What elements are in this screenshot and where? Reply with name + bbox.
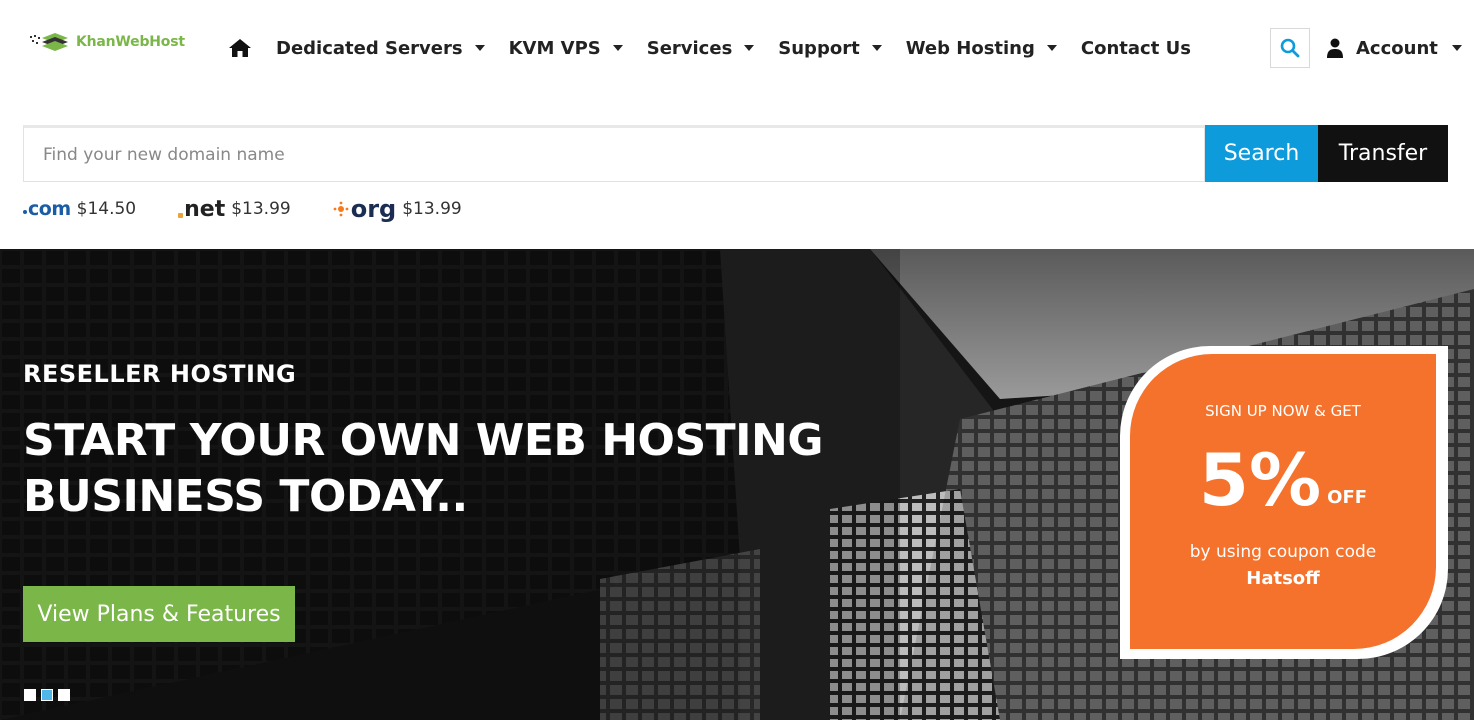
- account-menu[interactable]: Account: [1326, 34, 1462, 62]
- promo-subtext: by using coupon code: [1189, 542, 1377, 562]
- tld-price: $13.99: [402, 199, 462, 219]
- main-nav: Dedicated Servers KVM VPS Services Suppo…: [228, 34, 1215, 62]
- nav-item-label: Services: [646, 37, 733, 59]
- nav-item-kvm-vps[interactable]: KVM VPS: [509, 34, 623, 62]
- org-logo-icon: [333, 201, 349, 217]
- promo-percent: 5%: [1198, 438, 1322, 522]
- promo-coupon-code: Hatsoff: [1246, 568, 1320, 589]
- caret-down-icon: [871, 45, 882, 51]
- nav-item-label: KVM VPS: [508, 37, 601, 59]
- nav-item-label: Support: [778, 37, 860, 59]
- promo-badge: SIGN UP NOW & GET 5% OFF by using coupon…: [1120, 346, 1448, 659]
- home-icon: [229, 39, 251, 57]
- search-icon: [1280, 38, 1300, 58]
- slider-pagination: [24, 689, 70, 701]
- slider-dot[interactable]: [24, 689, 36, 701]
- nav-item-dedicated-servers[interactable]: Dedicated Servers: [276, 34, 485, 62]
- brand-logo[interactable]: KhanWebHost: [28, 30, 185, 54]
- slider-dot-active[interactable]: [41, 689, 53, 701]
- tld-price: $13.99: [231, 199, 291, 219]
- net-logo: net: [178, 197, 225, 222]
- nav-item-label: Dedicated Servers: [276, 37, 463, 59]
- hero-kicker: RESELLER HOSTING: [23, 360, 297, 388]
- nav-item-label: Contact Us: [1080, 37, 1191, 59]
- org-logo: org: [333, 195, 396, 223]
- domain-search-button[interactable]: Search: [1205, 125, 1318, 182]
- header-search-button[interactable]: [1270, 28, 1310, 68]
- promo-panel: SIGN UP NOW & GET 5% OFF by using coupon…: [1130, 354, 1436, 649]
- account-label: Account: [1356, 37, 1438, 59]
- nav-item-web-hosting[interactable]: Web Hosting: [906, 34, 1057, 62]
- hero-title: START YOUR OWN WEB HOSTING BUSINESS TODA…: [23, 415, 823, 522]
- hero-slider: RESELLER HOSTING START YOUR OWN WEB HOST…: [0, 249, 1474, 720]
- view-plans-button[interactable]: View Plans & Features: [23, 586, 295, 642]
- promo-discount: 5% OFF: [1130, 438, 1436, 522]
- tld-price: $14.50: [76, 199, 137, 219]
- caret-down-icon: [474, 45, 485, 51]
- user-icon: [1327, 38, 1343, 58]
- tld-price-list: com $14.50 net $13.99 org $13.99: [23, 195, 504, 223]
- caret-down-icon: [1046, 45, 1057, 51]
- domain-search-input[interactable]: [23, 125, 1205, 182]
- nav-item-contact-us[interactable]: Contact Us: [1081, 34, 1191, 62]
- brand-name: KhanWebHost: [76, 34, 185, 50]
- site-header: KhanWebHost Dedicated Servers KVM VPS Se…: [0, 0, 1474, 96]
- promo-off: OFF: [1327, 487, 1368, 508]
- nav-item-label: Web Hosting: [905, 37, 1035, 59]
- nav-item-services[interactable]: Services: [647, 34, 755, 62]
- promo-heading: SIGN UP NOW & GET: [1205, 402, 1361, 420]
- slider-dot[interactable]: [58, 689, 70, 701]
- tld-org[interactable]: org $13.99: [333, 195, 462, 223]
- caret-down-icon: [1451, 45, 1462, 51]
- tld-net[interactable]: net $13.99: [178, 197, 291, 222]
- home-link[interactable]: [228, 36, 252, 60]
- domain-transfer-button[interactable]: Transfer: [1318, 125, 1448, 182]
- logo-mark-icon: [30, 33, 68, 51]
- domain-search-form: Search Transfer: [23, 125, 1448, 182]
- nav-item-support[interactable]: Support: [778, 34, 882, 62]
- caret-down-icon: [612, 45, 623, 51]
- com-logo: com: [23, 198, 71, 220]
- caret-down-icon: [744, 45, 755, 51]
- tld-com[interactable]: com $14.50: [23, 198, 136, 220]
